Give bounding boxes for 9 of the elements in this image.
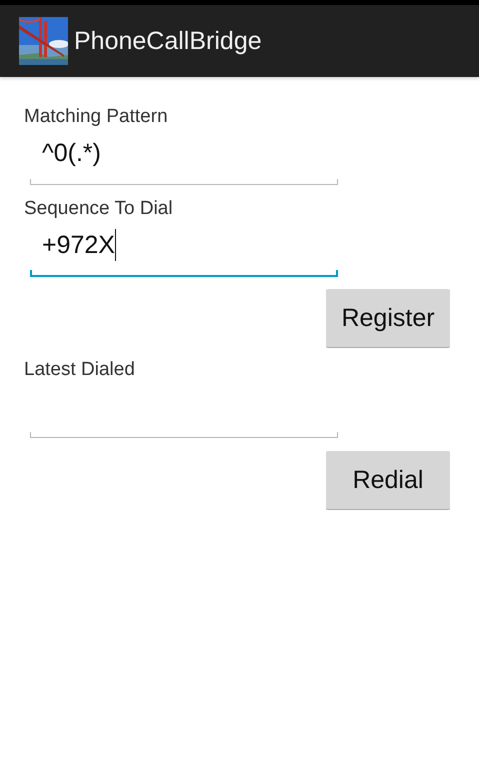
input-field[interactable]: ^0(.*) xyxy=(30,129,338,185)
field-label: Sequence To Dial xyxy=(24,197,173,221)
redial-button[interactable]: Redial xyxy=(326,451,450,510)
input-field[interactable]: +972X xyxy=(30,221,338,277)
field-label: Latest Dialed xyxy=(24,358,135,382)
register-button[interactable]: Register xyxy=(326,289,450,348)
text-cursor xyxy=(115,229,116,261)
app-title: PhoneCallBridge xyxy=(74,26,262,56)
field-label: Matching Pattern xyxy=(24,105,168,129)
